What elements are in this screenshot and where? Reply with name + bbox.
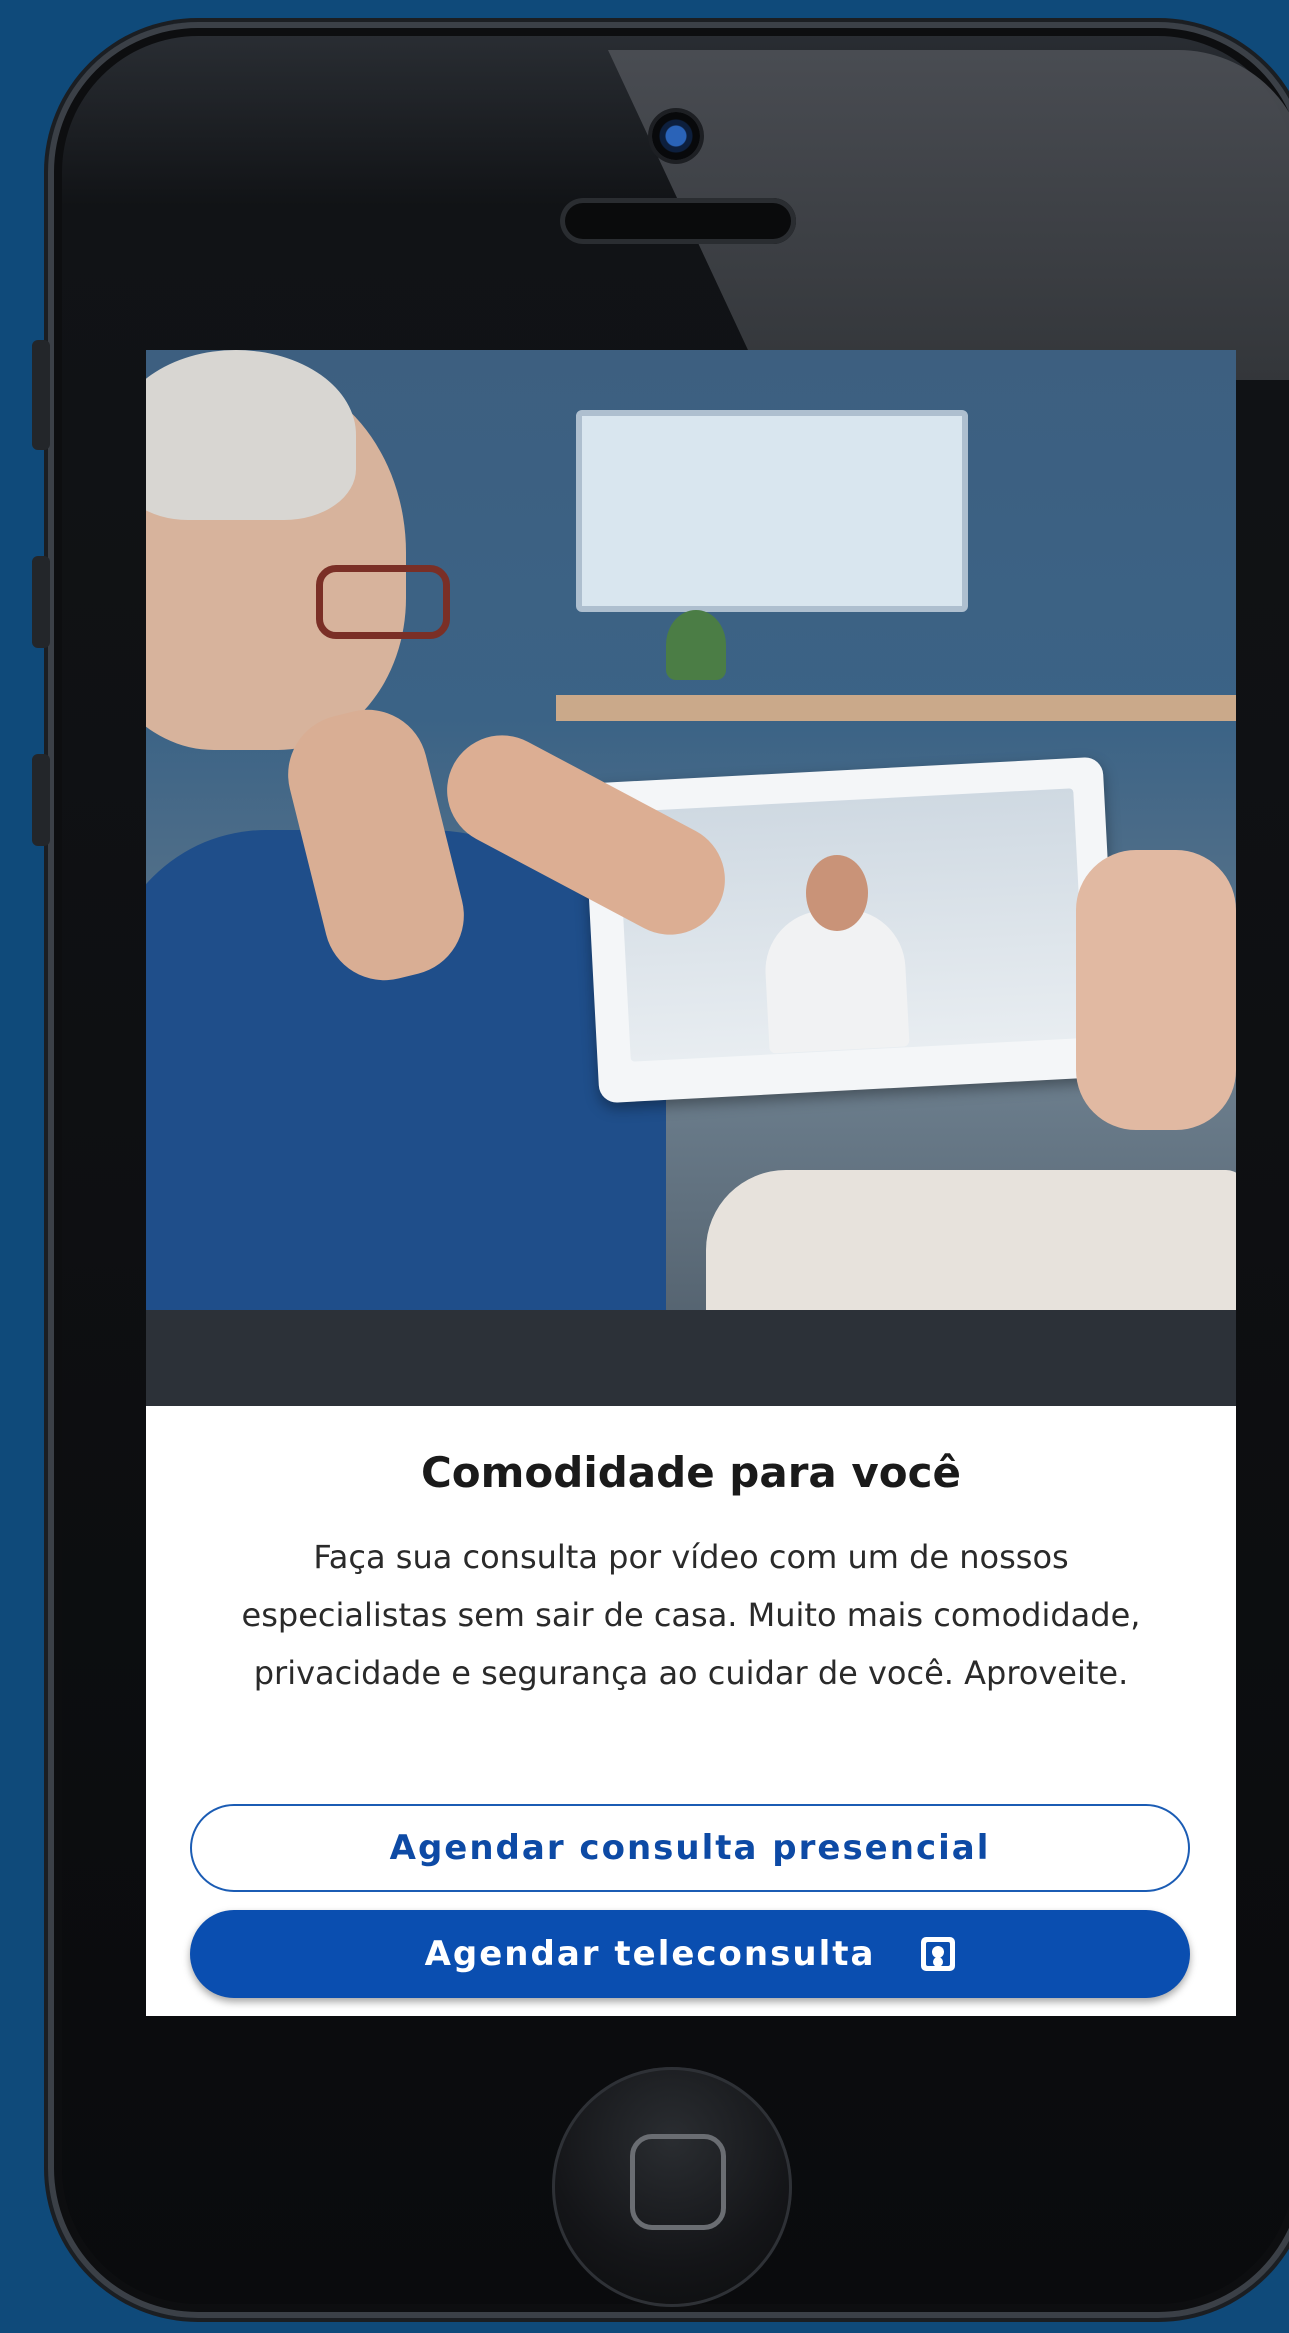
doctor-head-illustration [806, 855, 868, 931]
hero-image [146, 350, 1236, 1406]
schedule-teleconsult-button[interactable]: Agendar teleconsulta [190, 1910, 1190, 1998]
app-screen: Comodidade para você Faça sua consulta p… [146, 350, 1236, 2016]
sleeve-illustration [706, 1170, 1236, 1320]
mute-switch [32, 340, 50, 450]
front-camera [652, 112, 700, 160]
woman-hand-illustration [1076, 850, 1236, 1130]
volume-down-button [32, 754, 50, 846]
earpiece-speaker [560, 198, 796, 244]
sofa-illustration [146, 1310, 1236, 1406]
desk-illustration [556, 695, 1236, 721]
volume-up-button [32, 556, 50, 648]
monitor-illustration [576, 410, 968, 612]
card-description: Faça sua consulta por vídeo com um de no… [241, 1538, 1141, 1692]
schedule-in-person-button[interactable]: Agendar consulta presencial [190, 1804, 1190, 1892]
card-title: Comodidade para você [420, 1448, 962, 1497]
schedule-teleconsult-label: Agendar teleconsulta [424, 1934, 876, 1974]
home-square-icon [630, 2134, 726, 2230]
schedule-in-person-label: Agendar consulta presencial [389, 1828, 991, 1868]
glasses-illustration [316, 565, 450, 639]
man-hair-illustration [146, 350, 356, 520]
plant-illustration [666, 610, 726, 680]
video-consult-icon [921, 1937, 956, 1971]
